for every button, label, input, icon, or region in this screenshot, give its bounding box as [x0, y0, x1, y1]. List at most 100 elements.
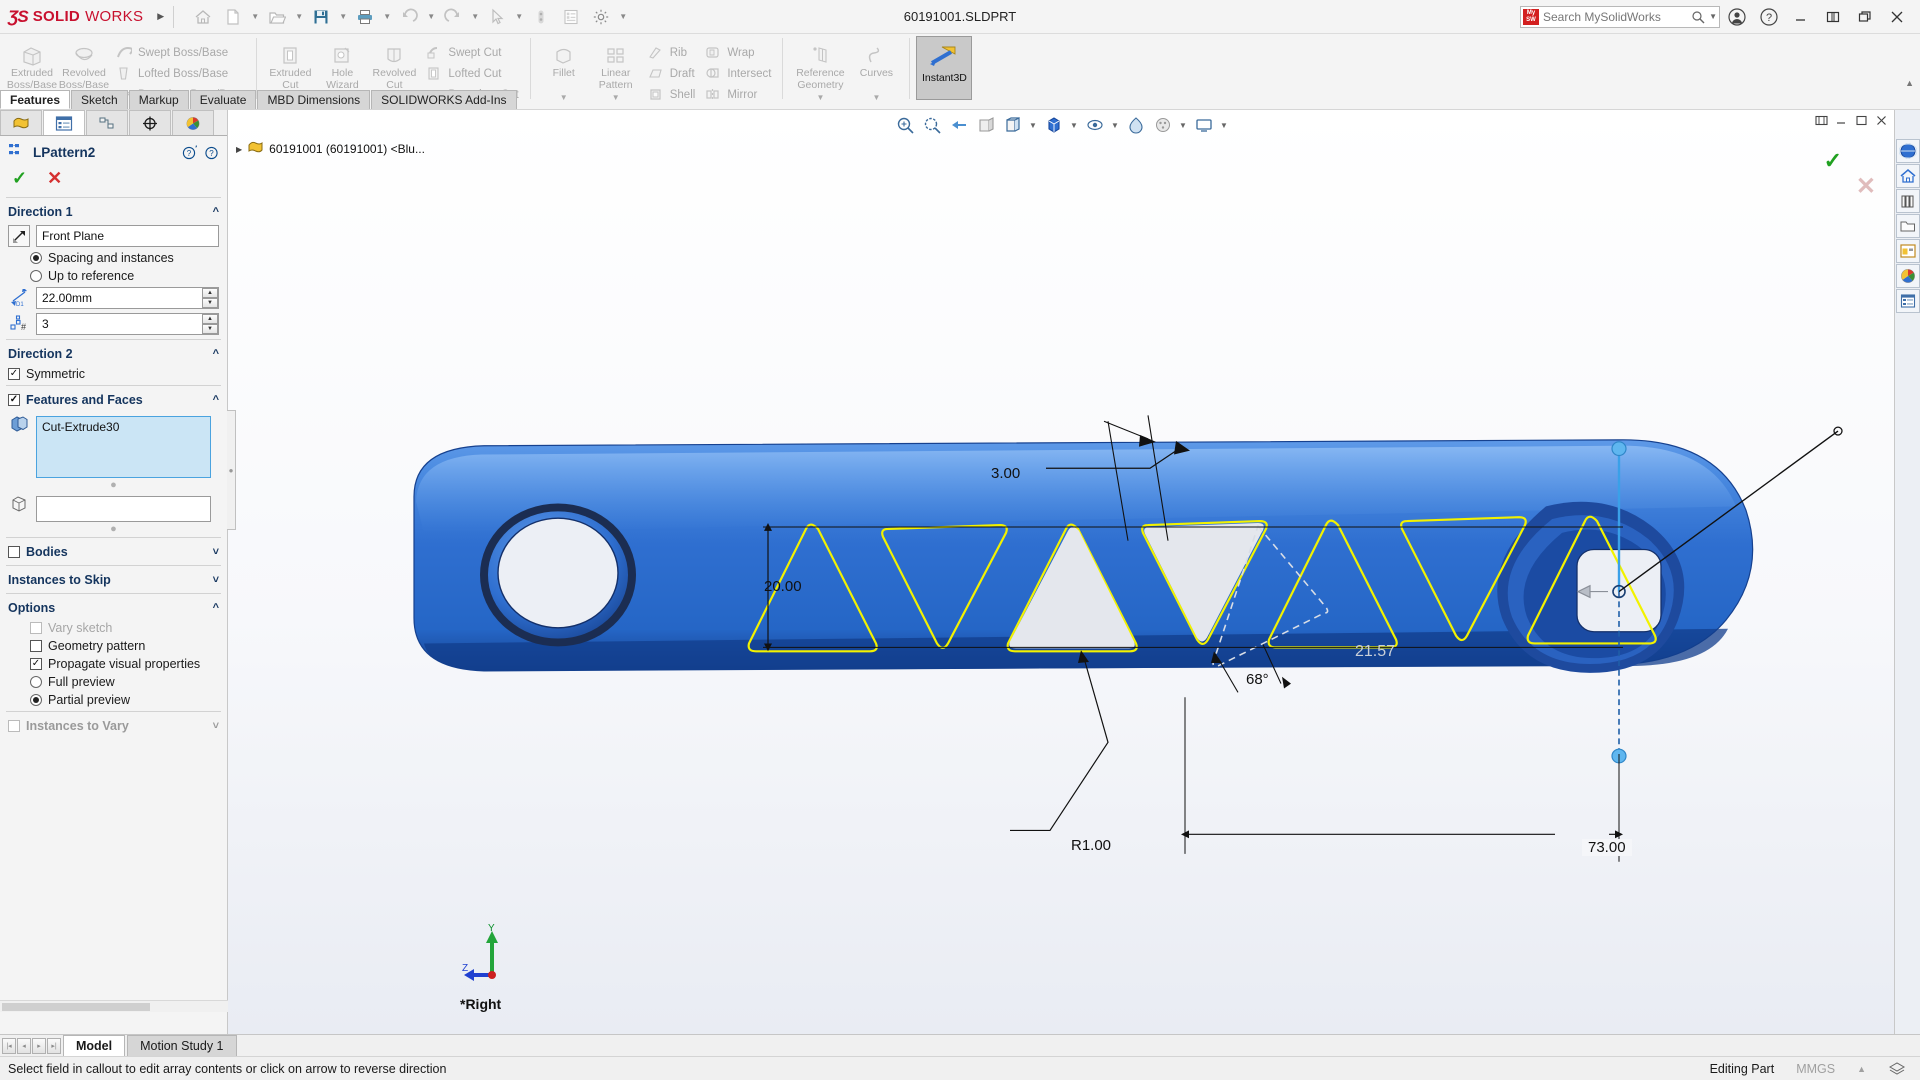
swept-boss-base-button[interactable]: Swept Boss/Base	[110, 42, 249, 63]
section-view-icon[interactable]	[974, 113, 998, 137]
draft-button[interactable]: Draft	[642, 63, 700, 84]
appearances-scenes-icon[interactable]	[1895, 264, 1920, 288]
dimension-overall-length-label[interactable]: 73.00	[1582, 839, 1632, 856]
resize-handle-icon[interactable]: ●	[0, 524, 227, 535]
direction1-up-to-reference-radio[interactable]: Up to reference	[0, 267, 227, 285]
model-canvas[interactable]	[228, 110, 1894, 1034]
features-selection-box[interactable]: Cut-Extrude30	[36, 416, 211, 478]
zoom-to-area-icon[interactable]	[920, 113, 944, 137]
chevron-down-icon[interactable]: ˅	[213, 720, 219, 732]
hole-wizard-button[interactable]: Hole Wizard	[316, 37, 368, 91]
display-style-caret-icon[interactable]: ▼	[1069, 113, 1080, 137]
direction1-reference-field[interactable]: Front Plane	[36, 225, 219, 247]
section-features-and-faces[interactable]: ✓ Features and Faces ^	[0, 388, 227, 411]
dimxpert-manager-tab[interactable]	[129, 110, 171, 135]
open-folder-caret-icon[interactable]: ▼	[293, 3, 305, 31]
checkbox-checked-icon[interactable]: ✓	[8, 394, 20, 406]
help-icon[interactable]: ?	[1754, 4, 1784, 30]
resize-handle-icon[interactable]: ●	[0, 480, 227, 491]
direction-reference-icon[interactable]	[8, 225, 30, 247]
tab-model[interactable]: Model	[63, 1035, 126, 1056]
feature-tree-root-row[interactable]: ▶ 60191001 (60191001) <Blu...	[236, 140, 425, 158]
chevron-up-icon[interactable]: ^	[213, 348, 219, 360]
search-dropdown-caret-icon[interactable]: ▼	[1709, 12, 1717, 21]
save-icon[interactable]	[307, 3, 335, 31]
whats-wrong-help-icon[interactable]: ?*	[182, 145, 197, 160]
revolved-cut-button[interactable]: Revolved Cut	[368, 37, 420, 91]
tab-motion-study-1[interactable]: Motion Study 1	[127, 1035, 237, 1056]
confirmation-corner-cancel-icon[interactable]: ✕	[1856, 172, 1876, 201]
undo-icon[interactable]	[395, 3, 423, 31]
direction1-spacing-instances-radio[interactable]: Spacing and instances	[0, 249, 227, 267]
view-settings-icon[interactable]	[1192, 113, 1216, 137]
redo-caret-icon[interactable]: ▼	[469, 3, 481, 31]
file-explorer-icon[interactable]	[1895, 214, 1920, 238]
units-label[interactable]: MMGS	[1796, 1062, 1835, 1076]
account-icon[interactable]	[1722, 4, 1752, 30]
hide-show-items-icon[interactable]	[1083, 113, 1107, 137]
display-style-icon[interactable]	[1042, 113, 1066, 137]
option-propagate-visual-properties[interactable]: ✓ Propagate visual properties	[0, 655, 227, 673]
option-partial-preview[interactable]: Partial preview	[0, 691, 227, 709]
ok-button[interactable]: ✓	[12, 168, 27, 189]
section-options[interactable]: Options ^	[0, 596, 227, 619]
revolved-boss-base-button[interactable]: Revolved Boss/Base	[58, 37, 110, 91]
rebuild-icon[interactable]	[527, 3, 555, 31]
spin-up-icon[interactable]: ▲	[202, 314, 218, 324]
left-through-hole[interactable]	[480, 503, 636, 647]
zoom-to-fit-icon[interactable]	[893, 113, 917, 137]
tab-sketch[interactable]: Sketch	[71, 90, 128, 109]
configuration-manager-tab[interactable]	[86, 110, 128, 135]
help-icon[interactable]: ?	[204, 145, 219, 160]
curves-caret-icon[interactable]: ▼	[850, 93, 902, 102]
options-caret-icon[interactable]: ▼	[617, 3, 629, 31]
mirror-button[interactable]: Mirror	[699, 84, 775, 105]
print-icon[interactable]	[351, 3, 379, 31]
view-orientation-caret-icon[interactable]: ▼	[1028, 113, 1039, 137]
shell-button[interactable]: Shell	[642, 84, 700, 105]
scrollbar-thumb[interactable]	[2, 1003, 150, 1011]
reference-geometry-caret-icon[interactable]: ▼	[790, 93, 850, 102]
ribbon-collapse-caret-icon[interactable]: ▲	[1905, 78, 1914, 88]
maximize-window-button[interactable]	[1850, 4, 1880, 30]
direction1-spacing-field[interactable]: 22.00mm ▲ ▼	[36, 287, 219, 309]
next-tab-icon[interactable]: ▸	[32, 1037, 46, 1054]
restore-window-icon[interactable]	[1815, 114, 1828, 130]
select-pointer-icon[interactable]	[483, 3, 511, 31]
undo-caret-icon[interactable]: ▼	[425, 3, 437, 31]
section-direction-2[interactable]: Direction 2 ^	[0, 342, 227, 365]
redo-icon[interactable]	[439, 3, 467, 31]
fillet-button[interactable]: Fillet	[538, 37, 590, 91]
chevron-up-icon[interactable]: ^	[213, 206, 219, 218]
home-icon[interactable]	[189, 3, 217, 31]
panel-resize-grip[interactable]: ●	[227, 410, 236, 530]
close-window-icon[interactable]	[1875, 114, 1888, 130]
file-properties-icon[interactable]	[557, 3, 585, 31]
panel-horizontal-scrollbar[interactable]	[0, 1000, 228, 1012]
tab-features[interactable]: Features	[0, 90, 71, 109]
new-document-caret-icon[interactable]: ▼	[249, 3, 261, 31]
option-geometry-pattern[interactable]: Geometry pattern	[0, 637, 227, 655]
section-instances-to-vary[interactable]: Instances to Vary ˅	[0, 714, 227, 737]
apply-scene-caret-icon[interactable]: ▼	[1178, 113, 1189, 137]
dimension-corner-radius-label[interactable]: R1.00	[1071, 837, 1111, 854]
3d-views-icon[interactable]	[1895, 139, 1920, 163]
last-tab-icon[interactable]: ▸|	[47, 1037, 61, 1054]
minimize-window-icon[interactable]	[1835, 114, 1848, 130]
menu-expand-caret-icon[interactable]: ▶	[157, 11, 164, 22]
tab-solidworks-addins[interactable]: SOLIDWORKS Add-Ins	[371, 90, 517, 109]
wrap-button[interactable]: Wrap	[699, 42, 775, 63]
search-icon[interactable]	[1691, 10, 1705, 24]
instant3d-button[interactable]: Instant3D	[916, 36, 973, 100]
linear-pattern-caret-icon[interactable]: ▼	[590, 93, 642, 102]
solidworks-resources-icon[interactable]	[1895, 164, 1920, 188]
first-tab-icon[interactable]: |◂	[2, 1037, 16, 1054]
confirmation-corner-ok-icon[interactable]: ✓	[1824, 148, 1842, 174]
direction1-instances-field[interactable]: 3 ▲ ▼	[36, 313, 219, 335]
direction2-symmetric-checkbox[interactable]: ✓ Symmetric	[0, 365, 227, 383]
faces-selection-box[interactable]	[36, 496, 211, 522]
select-pointer-caret-icon[interactable]: ▼	[513, 3, 525, 31]
previous-view-icon[interactable]	[947, 113, 971, 137]
curves-button[interactable]: Curves	[850, 37, 902, 91]
dimension-angle-label[interactable]: 68°	[1246, 671, 1269, 688]
